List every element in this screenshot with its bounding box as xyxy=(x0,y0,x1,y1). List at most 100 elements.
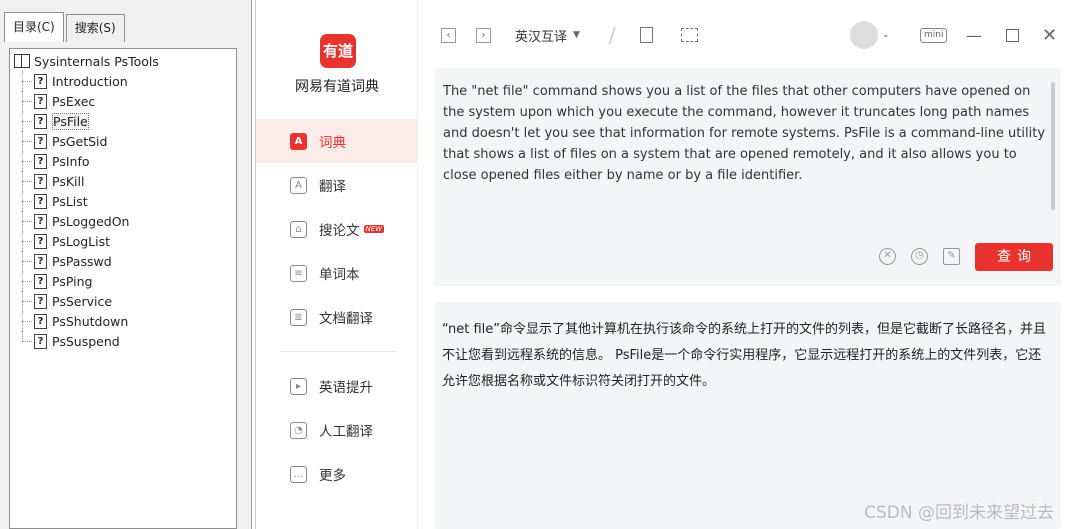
help-topic-icon: ? xyxy=(34,253,47,269)
contents-tree: Sysinternals PsTools ? Introduction? PsExe… xyxy=(9,48,237,529)
help-topic-icon: ? xyxy=(34,173,47,189)
chevron-left-icon: ‹ xyxy=(441,27,456,43)
tree-item[interactable]: ? PsSuspend xyxy=(14,331,236,351)
nav-item[interactable]: A 词典 xyxy=(256,119,418,163)
chevron-down-icon: ⌄ xyxy=(882,30,890,40)
tree-item-label: PsLogList xyxy=(52,233,111,249)
help-topic-icon: ? xyxy=(34,293,47,309)
help-topic-icon: ? xyxy=(34,133,47,149)
input-scrollbar[interactable] xyxy=(1051,82,1055,210)
toolbar: ‹ › 英汉互译 ▼ / ⌄ mini — ✕ xyxy=(418,18,1070,52)
tree-item[interactable]: ? PsFile xyxy=(14,111,236,131)
new-badge: NEW xyxy=(363,225,385,233)
tree-root-label: Sysinternals PsTools xyxy=(34,53,159,69)
tree-item-label: PsFile xyxy=(52,112,89,130)
tree-item-label: PsInfo xyxy=(52,153,90,169)
tree-item-label: PsPasswd xyxy=(52,253,112,269)
separator-icon: / xyxy=(609,23,616,47)
mini-mode-button[interactable]: mini xyxy=(920,18,948,52)
screenshot-icon xyxy=(681,28,698,42)
youdao-window: 有道 网易有道词典 A 词典 A 翻译 ⌂ 搜论文 NEW ≡ 单词本 ≣ 文档翻译 ▸ 英语提升 ◔ 人工… xyxy=(255,0,1070,529)
nav-item[interactable]: … 更多 xyxy=(256,452,418,496)
user-icon xyxy=(850,21,878,49)
translate-icon: A xyxy=(290,176,307,194)
input-area[interactable]: The "net file" command shows you a list … xyxy=(434,68,1061,286)
document-icon: ≣ xyxy=(290,308,307,326)
tree-item[interactable]: ? PsLogList xyxy=(14,231,236,251)
tab-contents[interactable]: 目录(C) xyxy=(4,12,64,42)
tree-item[interactable]: ? PsExec xyxy=(14,91,236,111)
tree-item[interactable]: ? PsShutdown xyxy=(14,311,236,331)
tree-item-label: PsKill xyxy=(52,173,85,189)
help-topic-icon: ? xyxy=(34,113,47,129)
more-icon: … xyxy=(290,465,307,483)
back-button[interactable]: ‹ xyxy=(441,18,456,52)
document-icon xyxy=(640,27,653,43)
nav-item-label: 更多 xyxy=(319,468,346,484)
book-icon xyxy=(14,54,30,68)
tree-root[interactable]: Sysinternals PsTools xyxy=(14,51,236,71)
handwrite-icon[interactable]: ✎ xyxy=(943,248,960,265)
app-name: 网易有道词典 xyxy=(295,79,379,95)
dictionary-icon: A xyxy=(290,132,307,150)
tree-item[interactable]: ? PsGetSid xyxy=(14,131,236,151)
tree-item[interactable]: ? PsPasswd xyxy=(14,251,236,271)
tree-item[interactable]: ? PsInfo xyxy=(14,151,236,171)
tab-search[interactable]: 搜索(S) xyxy=(65,14,125,42)
output-text: “net file”命令显示了其他计算机在执行该命令的系统上打开的文件的列表，但… xyxy=(442,322,1047,389)
tree-item[interactable]: ? PsService xyxy=(14,291,236,311)
nav-item[interactable]: ⌂ 搜论文 NEW xyxy=(256,207,418,251)
nav-item-label: 人工翻译 xyxy=(319,424,373,440)
nav-item-label: 搜论文 xyxy=(319,223,360,239)
help-topic-icon: ? xyxy=(34,93,47,109)
tree-item[interactable]: ? PsPing xyxy=(14,271,236,291)
nav-item[interactable]: ≣ 文档翻译 xyxy=(256,295,418,339)
wordbook-icon: ≡ xyxy=(290,264,307,282)
tree-item-label: PsLoggedOn xyxy=(52,213,130,229)
nav-divider xyxy=(280,351,396,352)
tree-item-label: PsExec xyxy=(52,93,96,109)
tree-item-label: PsShutdown xyxy=(52,313,129,329)
screenshot-button[interactable] xyxy=(681,18,698,52)
language-select-label: 英汉互译 xyxy=(515,29,568,45)
minimize-icon[interactable]: — xyxy=(966,18,982,52)
tree-item[interactable]: ? PsLoggedOn xyxy=(14,211,236,231)
tree-item-label: PsService xyxy=(52,293,113,309)
tree-item[interactable]: ? PsKill xyxy=(14,171,236,191)
language-select[interactable]: 英汉互译 ▼ xyxy=(515,18,580,52)
sidebar: 有道 网易有道词典 A 词典 A 翻译 ⌂ 搜论文 NEW ≡ 单词本 ≣ 文档翻译 ▸ 英语提升 ◔ 人工… xyxy=(256,0,418,529)
help-topic-icon: ? xyxy=(34,213,47,229)
play-icon: ▸ xyxy=(290,377,307,395)
nav-item[interactable]: ▸ 英语提升 xyxy=(256,364,418,408)
nav-item-label: 单词本 xyxy=(319,267,360,283)
tree-item-label: PsPing xyxy=(52,273,93,289)
nav-item-label: 翻译 xyxy=(319,179,346,195)
maximize-icon[interactable] xyxy=(1006,18,1019,52)
input-text[interactable]: The "net file" command shows you a list … xyxy=(443,81,1046,186)
help-topic-icon: ? xyxy=(34,313,47,329)
headset-icon: ◔ xyxy=(290,421,307,439)
tree-item-label: Introduction xyxy=(52,73,128,89)
query-button[interactable]: 查询 xyxy=(975,243,1053,271)
tree-item-label: PsList xyxy=(52,193,88,209)
nav-item-label: 文档翻译 xyxy=(319,311,373,327)
tree-item-label: PsSuspend xyxy=(52,333,120,349)
help-topic-icon: ? xyxy=(34,153,47,169)
avatar[interactable]: ⌄ xyxy=(850,18,890,52)
chevron-right-icon: › xyxy=(476,27,491,43)
tree-item[interactable]: ? Introduction xyxy=(14,71,236,91)
document-tool-button[interactable] xyxy=(640,18,653,52)
nav-item[interactable]: ◔ 人工翻译 xyxy=(256,408,418,452)
output-area: “net file”命令显示了其他计算机在执行该命令的系统上打开的文件的列表，但… xyxy=(434,302,1061,529)
history-icon[interactable]: ◷ xyxy=(911,248,928,265)
tree-item[interactable]: ? PsList xyxy=(14,191,236,211)
nav-item[interactable]: ≡ 单词本 xyxy=(256,251,418,295)
clear-icon[interactable]: ✕ xyxy=(879,248,896,265)
help-topic-icon: ? xyxy=(34,73,47,89)
tree-list: ? Introduction? PsExec? PsFile? PsGetSid? PsI… xyxy=(14,71,236,351)
close-icon[interactable]: ✕ xyxy=(1042,18,1057,52)
help-window: 目录(C) 搜索(S) Sysinternals PsTools ? Introd… xyxy=(0,0,252,529)
chevron-down-icon: ▼ xyxy=(573,30,580,40)
nav-item[interactable]: A 翻译 xyxy=(256,163,418,207)
forward-button[interactable]: › xyxy=(476,18,491,52)
